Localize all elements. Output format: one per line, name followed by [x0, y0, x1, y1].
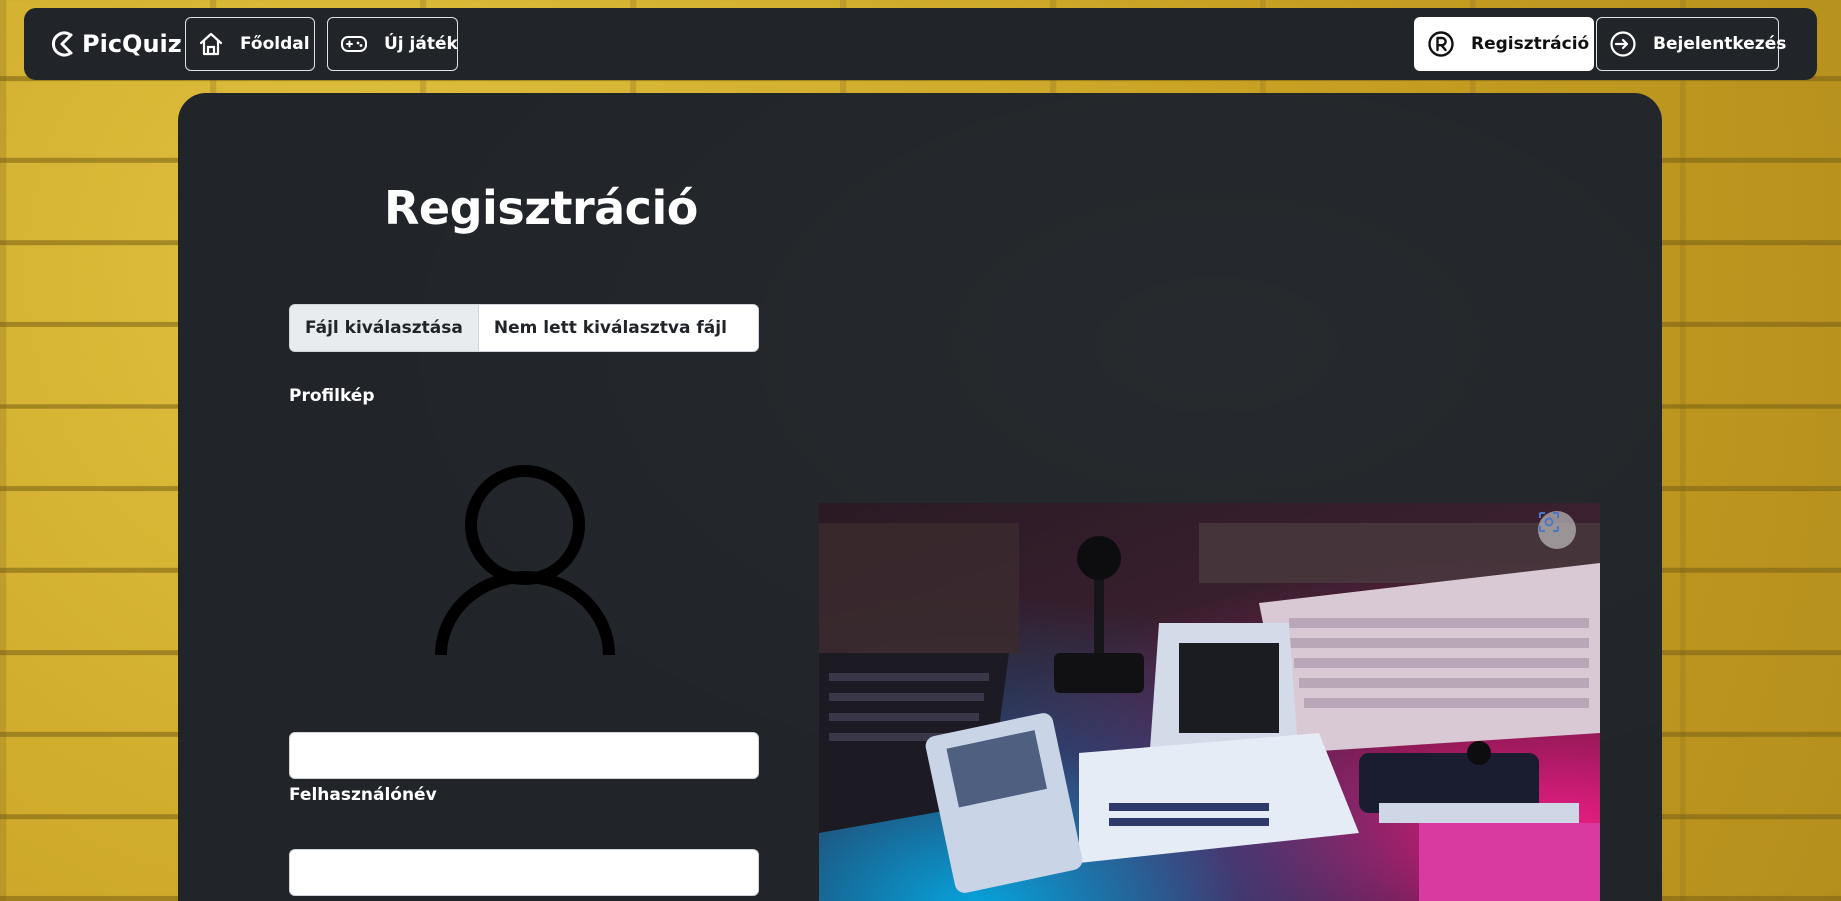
register-button-label: Regisztráció: [1471, 34, 1590, 54]
home-button[interactable]: Főoldal: [185, 17, 315, 71]
login-button[interactable]: Bejelentkezés: [1596, 17, 1786, 71]
retro-computers-image: [819, 503, 1600, 901]
login-button-label: Bejelentkezés: [1653, 34, 1787, 54]
new-game-button-label: Új játék: [384, 34, 458, 54]
username-input[interactable]: [289, 732, 759, 779]
registered-icon: [1427, 30, 1455, 58]
gamepad-icon: [340, 33, 368, 55]
register-button[interactable]: Regisztráció: [1414, 17, 1594, 71]
profile-image-file-input[interactable]: Fájl kiválasztása Nem lett kiválasztva f…: [289, 304, 759, 352]
brand-name: PicQuiz: [82, 30, 182, 58]
visual-search-icon[interactable]: [1538, 511, 1576, 549]
choose-file-button[interactable]: Fájl kiválasztása: [290, 305, 479, 351]
page-title: Regisztráció: [384, 181, 698, 235]
sign-in-icon: [1609, 30, 1637, 58]
new-game-button[interactable]: Új játék: [327, 17, 458, 71]
second-text-input[interactable]: [289, 849, 759, 896]
registration-card: Regisztráció Fájl kiválasztása Nem lett …: [178, 93, 1662, 901]
person-icon: [435, 455, 615, 656]
username-label: Felhasználónév: [289, 785, 437, 805]
home-button-label: Főoldal: [240, 34, 310, 54]
file-status-text: Nem lett kiválasztva fájl: [493, 318, 727, 338]
top-navbar: PicQuiz Főoldal Új játék Regisztráció Be…: [24, 8, 1817, 80]
picquiz-logo-icon: [50, 29, 76, 59]
house-icon: [198, 31, 224, 57]
profile-image-label: Profilkép: [289, 386, 375, 406]
retro-computers-illustration: [819, 523, 1600, 901]
brand-link[interactable]: PicQuiz: [50, 26, 182, 62]
